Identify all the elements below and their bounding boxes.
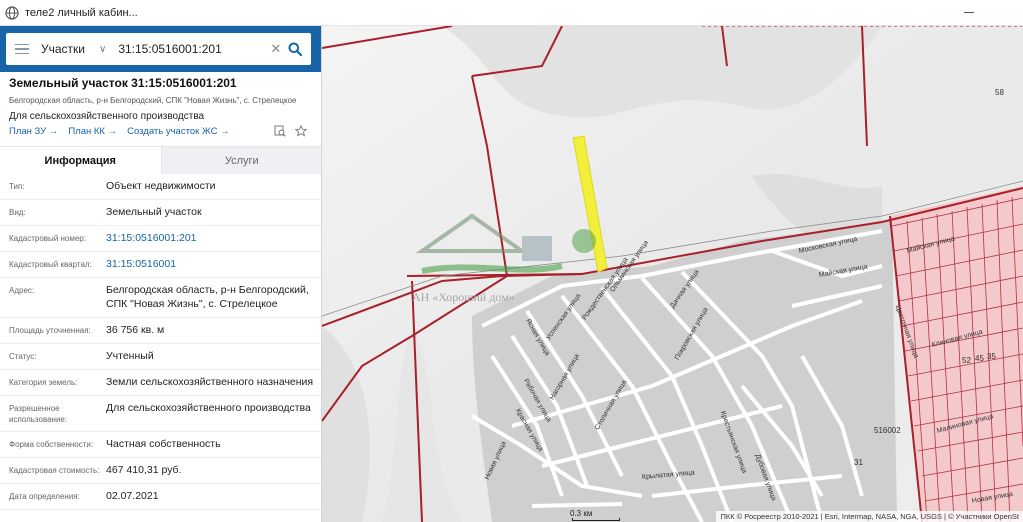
scale-label: 0.3 км <box>570 509 593 518</box>
search-bar: Участки ∨ ✕ <box>0 26 321 72</box>
attribute-value: Земельный участок <box>106 206 202 218</box>
zoom-to-icon[interactable] <box>274 125 286 137</box>
attribute-value: Учтенный <box>106 350 154 362</box>
attribute-row: Дата определения: 02.07.2021 <box>0 484 321 510</box>
attribute-value: Объект недвижимости <box>106 180 216 192</box>
attribute-row: Тип: Объект недвижимости <box>0 174 321 200</box>
map-canvas[interactable] <box>322 26 1023 522</box>
cadastral-number-label: 58 <box>995 88 1004 97</box>
watermark-text: АН «Хороший дом» <box>412 290 515 304</box>
parcel-actions <box>274 125 307 137</box>
attribute-value: Частная собственность <box>106 438 221 450</box>
search-box: Участки ∨ ✕ <box>6 33 311 65</box>
plan-kk-link[interactable]: План КК → <box>68 126 117 137</box>
tab-info[interactable]: Информация <box>0 147 162 174</box>
scale-bar <box>572 518 620 521</box>
search-icon[interactable] <box>288 42 303 56</box>
attribute-row: Вид: Земельный участок <box>0 200 321 226</box>
attribute-row: Статус: Учтенный <box>0 344 321 370</box>
attribute-row: Кадастровая стоимость: 467 410,31 руб. <box>0 458 321 484</box>
browser-titlebar: теле2 личный кабин... <box>0 0 1023 26</box>
attribute-key: Категория земель: <box>9 378 78 387</box>
attribute-row: Площадь уточненная: 36 756 кв. м <box>0 318 321 344</box>
cadastral-number-label: 52 <box>962 356 971 365</box>
attribute-value: Земли сельскохозяйственного назначения <box>106 376 314 388</box>
attribute-key: Кадастровый номер: <box>9 234 86 243</box>
info-panel: Участки ∨ ✕ Земельный участок 31:15:0516… <box>0 26 322 522</box>
attribute-table: Тип: Объект недвижимости Вид: Земельный уча… <box>0 174 321 510</box>
tab-title[interactable]: теле2 личный кабин... <box>25 7 138 19</box>
attribute-row: Разрешенное использование: Для сельскохоз… <box>0 396 321 432</box>
parcel-purpose: Для сельскохозяйственного производства <box>9 111 205 122</box>
plan-zu-link[interactable]: План ЗУ → <box>9 126 58 137</box>
tab-bar: Информация Услуги <box>0 146 321 174</box>
attribute-value: 467 410,31 руб. <box>106 464 182 476</box>
close-icon[interactable]: ✕ <box>270 41 281 57</box>
attribute-key: Вид: <box>9 208 26 217</box>
chevron-down-icon[interactable]: ∨ <box>99 44 106 55</box>
attribute-key: Адрес: <box>9 286 35 295</box>
globe-icon <box>5 5 19 20</box>
attribute-value: 02.07.2021 <box>106 490 159 502</box>
cadastral-number-label: 516002 <box>874 426 901 435</box>
attribute-key: Кадастровый квартал: <box>9 260 92 269</box>
minimize-icon[interactable] <box>959 5 979 19</box>
search-type-select[interactable]: Участки <box>41 42 99 56</box>
tab-services[interactable]: Услуги <box>161 147 321 174</box>
attribute-value: 36 756 кв. м <box>106 324 165 336</box>
attribute-key: Дата определения: <box>9 492 80 501</box>
attribute-value: Белгородская область, р-н Белгородский, … <box>106 284 309 310</box>
star-icon[interactable] <box>295 125 307 137</box>
attribute-value: Для сельскохозяйственного производства <box>106 402 311 414</box>
attribute-key: Форма собственности: <box>9 440 94 449</box>
map-attribution: ПКК © Росреестр 2010-2021 | Esri, Interm… <box>716 511 1023 522</box>
attribute-row: Адрес: Белгородская область, р-н Белгород… <box>0 278 321 318</box>
attribute-key: Разрешенное использование: <box>9 404 68 424</box>
attribute-row: Кадастровый номер: 31:15:0516001:201 <box>0 226 321 252</box>
parcel-links: План ЗУ → План КК → Создать участок ЖС → <box>9 126 230 137</box>
attribute-row: Форма собственности: Частная собственност… <box>0 432 321 458</box>
attribute-value[interactable]: 31:15:0516001 <box>106 257 321 271</box>
search-input[interactable] <box>118 42 259 56</box>
attribute-row: Кадастровый квартал: 31:15:0516001 <box>0 252 321 278</box>
create-parcel-link[interactable]: Создать участок ЖС → <box>127 126 229 137</box>
map-view[interactable]: АН «Хороший дом» Московская улица Майская… <box>322 26 1023 522</box>
attribute-key: Тип: <box>9 182 25 191</box>
cadastral-number-label: 35 <box>987 352 996 361</box>
attribute-value[interactable]: 31:15:0516001:201 <box>106 231 321 245</box>
attribute-key: Площадь уточненная: <box>9 326 91 335</box>
parcel-header: Земельный участок 31:15:0516001:201 Белг… <box>9 76 313 122</box>
parcel-address: Белгородская область, р-н Белгородский, … <box>9 96 297 105</box>
attribute-key: Кадастровая стоимость: <box>9 466 100 475</box>
menu-icon[interactable] <box>15 43 29 55</box>
parcel-title: Земельный участок 31:15:0516001:201 <box>9 76 237 90</box>
cadastral-number-label: 45 <box>975 354 984 363</box>
cadastral-number-label: 31 <box>854 458 863 467</box>
attribute-key: Статус: <box>9 352 37 361</box>
attribute-row: Категория земель: Земли сельскохозяйствен… <box>0 370 321 396</box>
